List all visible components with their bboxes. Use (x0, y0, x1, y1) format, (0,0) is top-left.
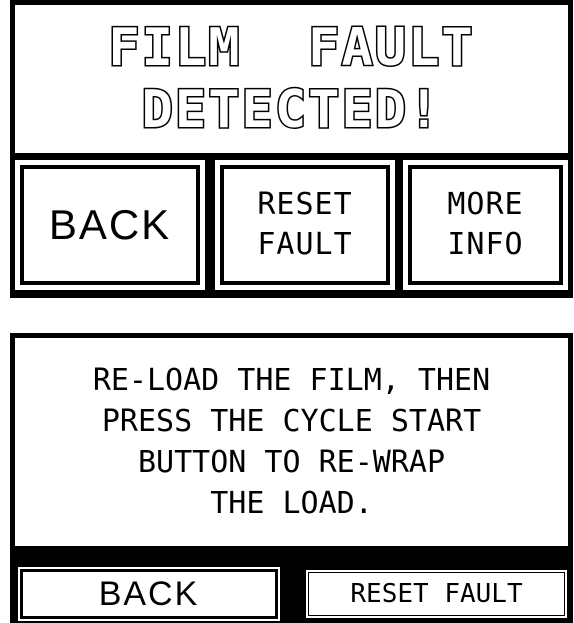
back-button[interactable]: BACK (18, 567, 280, 621)
reset-fault-button[interactable]: RESET FAULT (215, 160, 395, 290)
reset-fault-label-line-2: FAULT (257, 227, 353, 262)
reset-fault-label-line-1: RESET (257, 187, 353, 222)
fault-message-panel: FILM FAULT DETECTED! (15, 5, 568, 153)
more-info-button[interactable]: MORE INFO (403, 160, 568, 290)
more-info-label-line-2: INFO (447, 227, 524, 262)
back-button-label: BACK (98, 574, 200, 613)
fault-message-line-1: FILM FAULT (107, 17, 475, 80)
fault-message-line-2: DETECTED! (140, 79, 442, 142)
reset-fault-button-label: RESET FAULT (350, 579, 523, 609)
film-fault-screen: FILM FAULT DETECTED! BACK RESET FAULT MO… (10, 0, 573, 298)
back-button-label: BACK (48, 201, 172, 248)
instruction-line-3: BUTTON TO RE-WRAP (137, 445, 446, 480)
reset-fault-button[interactable]: RESET FAULT (305, 569, 568, 619)
instruction-line-2: PRESS THE CYCLE START (101, 404, 482, 439)
back-button[interactable]: BACK (15, 160, 205, 290)
more-info-label-line-1: MORE (447, 187, 524, 222)
instruction-message-panel: RE-LOAD THE FILM, THEN PRESS THE CYCLE S… (15, 338, 568, 546)
reload-instructions-screen: RE-LOAD THE FILM, THEN PRESS THE CYCLE S… (10, 333, 573, 623)
instruction-line-1: RE-LOAD THE FILM, THEN (92, 363, 491, 398)
instruction-line-4: THE LOAD. (210, 486, 373, 521)
